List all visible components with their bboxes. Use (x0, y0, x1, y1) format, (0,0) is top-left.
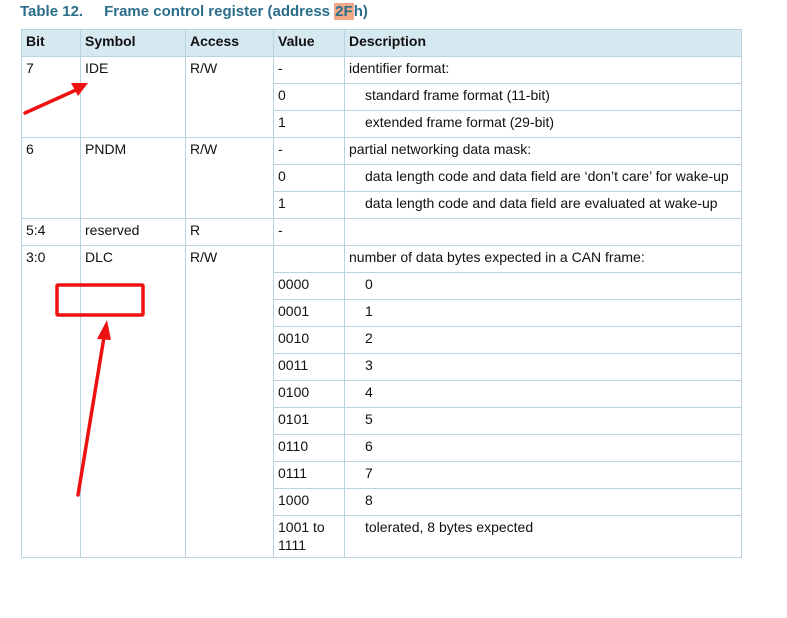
value-cell: - (273, 56, 345, 84)
header-description: Description (344, 29, 742, 57)
description-cell: data length code and data field are ‘don… (344, 164, 742, 192)
title-suffix: h) (353, 3, 368, 20)
description-cell: partial networking data mask: (344, 137, 742, 165)
symbol-cell: reserved (80, 218, 186, 246)
bit-cell: 5:4 (21, 218, 81, 246)
symbol-cell: PNDM (80, 137, 186, 219)
header-bit: Bit (21, 29, 81, 57)
value-cell: 0 (273, 164, 345, 192)
description-cell: 0 (344, 272, 742, 300)
description-cell: 2 (344, 326, 742, 354)
description-cell: 5 (344, 407, 742, 435)
value-cell: 0100 (273, 380, 345, 408)
description-cell: 3 (344, 353, 742, 381)
description-cell: data length code and data field are eval… (344, 191, 742, 219)
description-cell: 1 (344, 299, 742, 327)
value-cell: 0101 (273, 407, 345, 435)
header-row: Bit Symbol Access Value Description (21, 29, 742, 57)
table-row: 3:0 DLC R/W number of data bytes expecte… (21, 245, 742, 558)
table-number: Table 12. (20, 3, 84, 20)
description-cell: number of data bytes expected in a CAN f… (344, 245, 742, 273)
access-cell: R (185, 218, 274, 246)
access-cell: R/W (185, 56, 274, 138)
value-cell: 1 (273, 110, 345, 138)
table-title: Table 12. Frame control register (address… (20, 3, 368, 20)
value-cell: 0110 (273, 434, 345, 462)
value-cell (273, 245, 345, 273)
value-cell: - (273, 218, 345, 246)
description-cell: 4 (344, 380, 742, 408)
description-cell: 7 (344, 461, 742, 489)
description-cell: 6 (344, 434, 742, 462)
table-row: 5:4 reserved R - (21, 218, 742, 246)
value-cell: 1 (273, 191, 345, 219)
description-cell: 8 (344, 488, 742, 516)
description-cell (344, 218, 742, 246)
description-cell: identifier format: (344, 56, 742, 84)
bit-cell: 6 (21, 137, 81, 219)
value-cell: 1000 (273, 488, 345, 516)
value-cell: 0011 (273, 353, 345, 381)
symbol-cell: DLC (80, 245, 186, 558)
bit-cell: 3:0 (21, 245, 81, 558)
bit-cell: 7 (21, 56, 81, 138)
description-cell: extended frame format (29-bit) (344, 110, 742, 138)
value-cell: 0001 (273, 299, 345, 327)
header-access: Access (185, 29, 274, 57)
access-cell: R/W (185, 137, 274, 219)
value-cell: - (273, 137, 345, 165)
value-cell: 0111 (273, 461, 345, 489)
title-prefix: Frame control register (address (104, 3, 335, 20)
register-table: Bit Symbol Access Value Description 7 ID… (21, 29, 742, 558)
title-address-highlight: 2F (334, 3, 354, 20)
symbol-cell: IDE (80, 56, 186, 138)
table-row: 6 PNDM R/W - partial networking data mas… (21, 137, 742, 219)
value-cell: 0000 (273, 272, 345, 300)
value-cell: 1001 to 1111 (273, 515, 345, 558)
value-cell: 0 (273, 83, 345, 111)
header-value: Value (273, 29, 345, 57)
access-cell: R/W (185, 245, 274, 558)
description-cell: standard frame format (11-bit) (344, 83, 742, 111)
value-cell: 0010 (273, 326, 345, 354)
header-symbol: Symbol (80, 29, 186, 57)
description-cell: tolerated, 8 bytes expected (344, 515, 742, 558)
table-row: 7 IDE R/W - identifier format: (21, 56, 742, 138)
